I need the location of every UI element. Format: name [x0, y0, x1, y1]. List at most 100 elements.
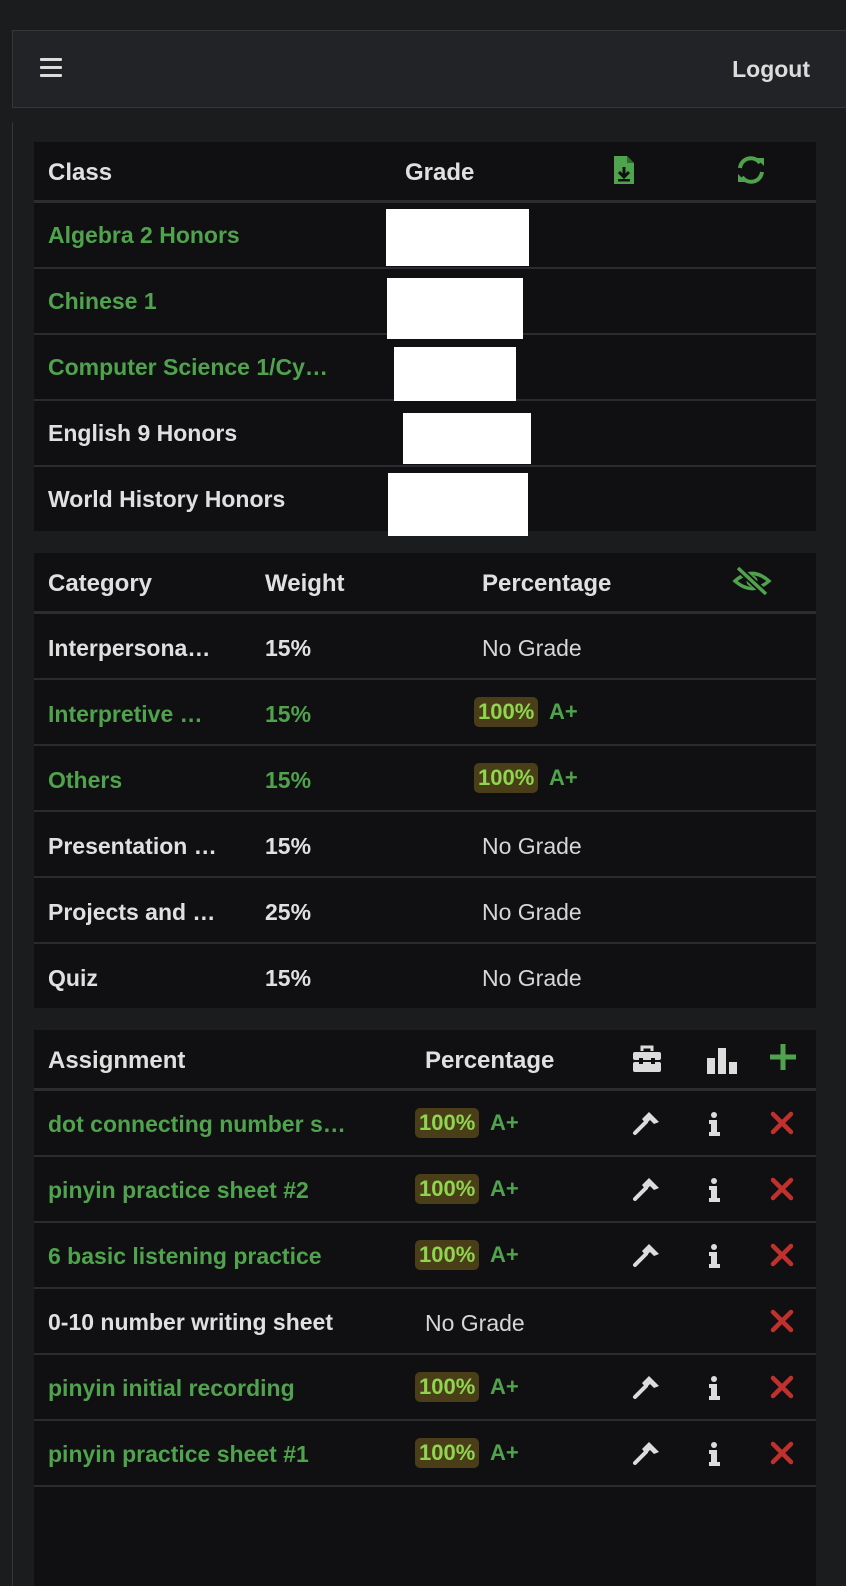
class-row[interactable]: Algebra 2 Honors: [34, 203, 816, 269]
category-row: Presentation … 15% No Grade: [34, 812, 816, 878]
delete-icon[interactable]: [770, 1309, 794, 1333]
category-weight: 15%: [265, 767, 312, 793]
info-icon[interactable]: [708, 1177, 720, 1203]
no-grade-label: No Grade: [482, 965, 582, 991]
category-column-header: Category: [48, 570, 153, 597]
classes-header-row: Class Grade: [34, 142, 816, 203]
delete-icon[interactable]: [770, 1243, 794, 1267]
redacted-grade: [403, 413, 531, 464]
percentage-badge: 100%: [415, 1372, 480, 1402]
category-weight: 15%: [265, 635, 312, 661]
refresh-icon[interactable]: [735, 154, 767, 186]
info-icon[interactable]: [708, 1243, 720, 1269]
category-row: Quiz 15% No Grade: [34, 944, 816, 1008]
category-row: Interpretive … 15% 100% A+: [34, 680, 816, 746]
class-column-header: Class: [48, 159, 113, 186]
class-name[interactable]: Computer Science 1/Cy…: [48, 354, 378, 381]
category-row: Projects and … 25% No Grade: [34, 878, 816, 944]
assignment-name[interactable]: pinyin practice sheet #1: [48, 1441, 408, 1468]
info-icon[interactable]: [708, 1111, 720, 1137]
category-row: Interpersona… 15% No Grade: [34, 614, 816, 680]
navbar: Logout: [12, 30, 846, 108]
info-icon[interactable]: [708, 1375, 720, 1401]
toolbox-icon[interactable]: [631, 1044, 663, 1074]
hammer-icon[interactable]: [632, 1375, 660, 1401]
class-row[interactable]: World History Honors: [34, 467, 816, 536]
no-grade-label: No Grade: [482, 635, 582, 661]
letter-grade: A+: [549, 765, 578, 790]
letter-grade: A+: [490, 1176, 519, 1201]
assignment-row: pinyin practice sheet #2 100% A+: [34, 1157, 816, 1223]
hammer-icon[interactable]: [632, 1243, 660, 1269]
no-grade-label: No Grade: [482, 899, 582, 925]
percentage-badge: 100%: [474, 763, 539, 793]
category-name: Interpersona…: [48, 635, 211, 661]
redacted-grade: [387, 278, 523, 339]
category-name: Presentation …: [48, 833, 217, 859]
assignment-name[interactable]: pinyin initial recording: [48, 1375, 408, 1402]
assignment-header-row: Assignment Percentage: [34, 1030, 816, 1091]
assignment-row: pinyin initial recording 100% A+: [34, 1355, 816, 1421]
letter-grade: A+: [490, 1374, 519, 1399]
weight-column-header: Weight: [265, 570, 345, 597]
assignment-table: Assignment Percentage dot connecting num…: [34, 1030, 816, 1586]
category-weight: 25%: [265, 899, 312, 925]
bar-chart-icon[interactable]: [706, 1044, 738, 1076]
redacted-grade: [386, 209, 529, 266]
assignment-row: dot connecting number s… 100% A+: [34, 1091, 816, 1157]
class-name[interactable]: World History Honors: [48, 486, 378, 513]
hammer-icon[interactable]: [632, 1441, 660, 1467]
delete-icon[interactable]: [770, 1111, 794, 1135]
class-name[interactable]: Chinese 1: [48, 288, 378, 315]
assignment-name[interactable]: dot connecting number s…: [48, 1111, 408, 1138]
category-weight: 15%: [265, 833, 312, 859]
class-row[interactable]: English 9 Honors: [34, 401, 816, 467]
percentage-badge: 100%: [415, 1108, 480, 1138]
assignment-row: 6 basic listening practice 100% A+: [34, 1223, 816, 1289]
file-download-icon[interactable]: [612, 154, 636, 186]
assignment-name[interactable]: 0-10 number writing sheet: [48, 1309, 408, 1336]
category-header-row: Category Weight Percentage: [34, 553, 816, 614]
percentage-badge: 100%: [415, 1438, 480, 1468]
category-name: Interpretive …: [48, 701, 203, 727]
assignment-percentage-header: Percentage: [425, 1047, 555, 1074]
category-weight: 15%: [265, 965, 312, 991]
assignment-row: pinyin practice sheet #1 100% A+: [34, 1421, 816, 1487]
delete-icon[interactable]: [770, 1177, 794, 1201]
class-name[interactable]: Algebra 2 Honors: [48, 222, 378, 249]
letter-grade: A+: [490, 1440, 519, 1465]
eye-slash-icon[interactable]: [732, 565, 772, 597]
letter-grade: A+: [490, 1242, 519, 1267]
category-name: Others: [48, 767, 123, 793]
hamburger-icon[interactable]: [40, 58, 62, 78]
assignment-row: 0-10 number writing sheet No Grade: [34, 1289, 816, 1355]
assignment-name[interactable]: pinyin practice sheet #2: [48, 1177, 408, 1204]
category-name: Quiz: [48, 965, 98, 991]
no-grade-label: No Grade: [425, 1310, 525, 1336]
category-weight: 15%: [265, 701, 312, 727]
top-strip: [0, 0, 846, 30]
class-row[interactable]: Chinese 1: [34, 269, 816, 339]
delete-icon[interactable]: [770, 1441, 794, 1465]
logout-link[interactable]: Logout: [732, 56, 810, 83]
letter-grade: A+: [490, 1110, 519, 1135]
assignment-column-header: Assignment: [48, 1047, 186, 1074]
percentage-column-header: Percentage: [482, 570, 612, 597]
info-icon[interactable]: [708, 1441, 720, 1467]
plus-icon[interactable]: [768, 1042, 798, 1072]
no-grade-label: No Grade: [482, 833, 582, 859]
percentage-badge: 100%: [474, 697, 539, 727]
category-name: Projects and …: [48, 899, 216, 925]
hammer-icon[interactable]: [632, 1111, 660, 1137]
grade-column-header: Grade: [405, 159, 475, 186]
classes-table: Class Grade Algebra 2 Honors Chinese 1 C…: [34, 142, 816, 536]
hammer-icon[interactable]: [632, 1177, 660, 1203]
delete-icon[interactable]: [770, 1375, 794, 1399]
letter-grade: A+: [549, 699, 578, 724]
redacted-grade: [394, 347, 516, 401]
class-name[interactable]: English 9 Honors: [48, 420, 378, 447]
class-row[interactable]: Computer Science 1/Cy…: [34, 335, 816, 401]
category-table: Category Weight Percentage Interpersona……: [34, 553, 816, 1008]
assignment-name[interactable]: 6 basic listening practice: [48, 1243, 408, 1270]
category-row: Others 15% 100% A+: [34, 746, 816, 812]
